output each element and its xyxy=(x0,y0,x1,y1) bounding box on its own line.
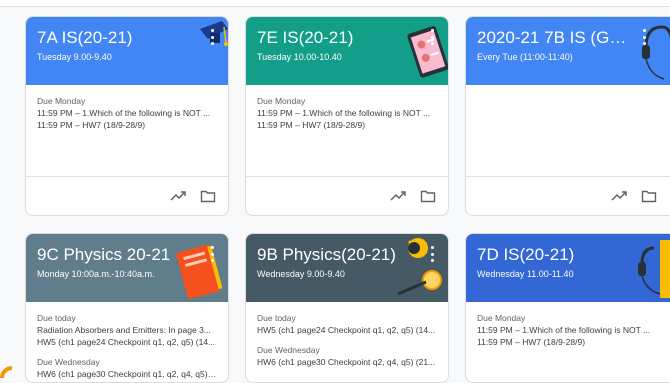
card-body: Due today Radiation Absorbers and Emitte… xyxy=(26,302,228,380)
card-body: Due Monday 11:59 PM – 1.Which of the fol… xyxy=(246,85,448,131)
card-footer xyxy=(26,176,228,215)
assignment-link[interactable]: HW5 (ch1 page24 Checkpoint q1, q2, q5) (… xyxy=(37,336,217,348)
card-footer xyxy=(246,176,448,215)
card-header[interactable]: 7A IS(20-21) Tuesday 9.00-9.40 xyxy=(26,17,228,85)
card-footer xyxy=(466,176,670,215)
due-label: Due Monday xyxy=(257,96,306,106)
folder-icon[interactable] xyxy=(200,189,216,203)
class-card-7b[interactable]: 2020-21 7B IS (Googl... Every Tue (11:00… xyxy=(465,16,670,216)
card-body: Due Monday 11:59 PM – 1.Which of the fol… xyxy=(26,85,228,131)
more-options-icon[interactable] xyxy=(428,246,436,262)
assignment-link[interactable]: 11:59 PM – HW7 (18/9-28/9) xyxy=(477,336,659,348)
card-header[interactable]: 7E IS(20-21) Tuesday 10.00-10.40 xyxy=(246,17,448,85)
class-schedule: Tuesday 9.00-9.40 xyxy=(37,52,112,62)
class-title[interactable]: 9B Physics(20-21) xyxy=(257,244,412,266)
class-schedule: Monday 10:00a.m.-10:40a.m. xyxy=(37,269,155,279)
top-bar xyxy=(0,0,670,7)
assignment-link[interactable]: HW5 (ch1 page24 Checkpoint q1, q2, q5) (… xyxy=(257,324,437,336)
class-schedule: Wednesday 11.00-11.40 xyxy=(477,269,574,279)
more-options-icon[interactable] xyxy=(640,29,648,45)
more-options-icon[interactable] xyxy=(428,29,436,45)
class-card-9b[interactable]: 9B Physics(20-21) Wednesday 9.00-9.40 Du… xyxy=(245,233,449,383)
assignment-link[interactable]: 11:59 PM – 1.Which of the following is N… xyxy=(37,107,217,119)
due-label: Due today xyxy=(37,313,76,323)
card-body: Due Monday 11:59 PM – 1.Which of the fol… xyxy=(466,302,670,348)
due-label: Due Wednesday xyxy=(257,345,320,355)
due-label: Due Wednesday xyxy=(37,357,100,367)
card-header[interactable]: 7D IS(20-21) Wednesday 11.00-11.40 xyxy=(466,234,670,302)
due-label: Due today xyxy=(257,313,296,323)
folder-icon[interactable] xyxy=(641,189,657,203)
class-schedule: Wednesday 9.00-9.40 xyxy=(257,269,345,279)
trending-up-icon[interactable] xyxy=(390,189,406,203)
class-title[interactable]: 2020-21 7B IS (Googl... xyxy=(477,27,634,49)
class-card-7e[interactable]: 7E IS(20-21) Tuesday 10.00-10.40 Due Mon… xyxy=(245,16,449,216)
trending-up-icon[interactable] xyxy=(170,189,186,203)
card-body: Due today HW5 (ch1 page24 Checkpoint q1,… xyxy=(246,302,448,368)
card-header[interactable]: 2020-21 7B IS (Googl... Every Tue (11:00… xyxy=(466,17,670,85)
class-title[interactable]: 9C Physics 20-21 xyxy=(37,244,192,266)
due-label: Due Monday xyxy=(37,96,86,106)
assignment-link[interactable]: HW6 (ch1 page30 Checkpoint q2, q4, q5) (… xyxy=(257,356,437,368)
card-header[interactable]: 9C Physics 20-21 Monday 10:00a.m.-10:40a… xyxy=(26,234,228,302)
trending-up-icon[interactable] xyxy=(611,189,627,203)
assignment-link[interactable]: HW6 (ch1 page30 Checkpoint q1, q2, q4, q… xyxy=(37,368,217,380)
class-schedule: Tuesday 10.00-10.40 xyxy=(257,52,342,62)
folder-icon[interactable] xyxy=(420,189,436,203)
assignment-link[interactable]: 11:59 PM – 1.Which of the following is N… xyxy=(257,107,437,119)
class-schedule: Every Tue (11:00-11:40) xyxy=(477,52,573,62)
class-title[interactable]: 7A IS(20-21) xyxy=(37,27,192,49)
card-header[interactable]: 9B Physics(20-21) Wednesday 9.00-9.40 xyxy=(246,234,448,302)
class-title[interactable]: 7D IS(20-21) xyxy=(477,244,634,266)
more-options-icon[interactable] xyxy=(208,29,216,45)
due-label: Due Monday xyxy=(477,313,526,323)
class-card-9c[interactable]: 9C Physics 20-21 Monday 10:00a.m.-10:40a… xyxy=(25,233,229,383)
more-options-icon[interactable] xyxy=(208,246,216,262)
assignment-link[interactable]: 11:59 PM – HW7 (18/9-28/9) xyxy=(257,119,437,131)
class-title[interactable]: 7E IS(20-21) xyxy=(257,27,412,49)
class-card-7d[interactable]: 7D IS(20-21) Wednesday 11.00-11.40 Due M… xyxy=(465,233,670,383)
class-card-7a[interactable]: 7A IS(20-21) Tuesday 9.00-9.40 Due Monda… xyxy=(25,16,229,216)
assignment-link[interactable]: Radiation Absorbers and Emitters: In pag… xyxy=(37,324,217,336)
assignment-link[interactable]: 11:59 PM – HW7 (18/9-28/9) xyxy=(37,119,217,131)
assignment-link[interactable]: 11:59 PM – 1.Which of the following is N… xyxy=(477,324,659,336)
assistant-icon[interactable] xyxy=(0,366,12,378)
